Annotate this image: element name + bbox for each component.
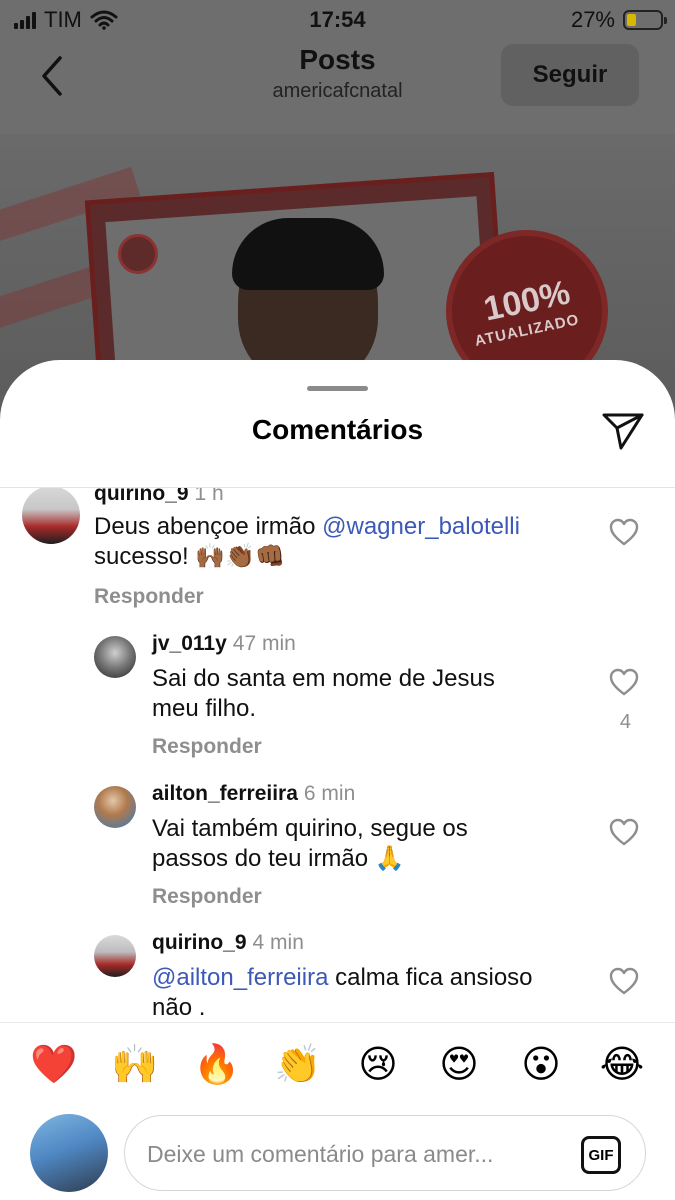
- comment-time: 4 min: [252, 931, 304, 954]
- status-right: 27%: [570, 7, 667, 33]
- reply-button[interactable]: Responder: [152, 735, 262, 759]
- reaction-laughing[interactable]: 😂: [599, 1041, 645, 1087]
- comment-time: 6 min: [303, 782, 356, 805]
- heart-icon[interactable]: [609, 518, 639, 546]
- comment-reply-item: jv_011y 47 min Sai do santa em nome de Je…: [0, 632, 675, 772]
- mention-link[interactable]: @wagner_balotelli: [322, 513, 520, 540]
- comment-username[interactable]: quirino_9: [94, 488, 189, 505]
- comment-text: @ailton_ferreiira calma fica ansioso não…: [152, 963, 592, 1022]
- club-crest-icon: [118, 234, 158, 274]
- comment-composer: GIF: [0, 1112, 675, 1200]
- heart-icon[interactable]: [609, 818, 639, 846]
- comment-meta: quirino_9 1 h: [94, 488, 224, 506]
- gif-button[interactable]: GIF: [581, 1136, 621, 1174]
- reply-button[interactable]: Responder: [152, 885, 262, 909]
- heart-icon[interactable]: [609, 668, 639, 696]
- comment-input[interactable]: [147, 1136, 547, 1172]
- comment-item: quirino_9 1 h Deus abençoe irmão @wagner_…: [0, 488, 675, 622]
- like-count: 4: [619, 711, 631, 733]
- comment-time: 1 h: [194, 488, 224, 505]
- post-image[interactable]: 100% ATUALIZADO: [0, 134, 675, 394]
- follow-button[interactable]: Seguir: [501, 44, 639, 106]
- comment-meta: quirino_9 4 min: [152, 931, 304, 955]
- player-hair: [232, 218, 384, 290]
- battery-icon: [623, 10, 667, 30]
- reply-button[interactable]: Responder: [94, 585, 204, 609]
- reaction-heart-eyes[interactable]: 😍: [436, 1041, 482, 1087]
- sheet-grabber[interactable]: [307, 386, 368, 391]
- comment-text-line2: meu filho.: [152, 695, 257, 722]
- comment-text-line2: sucesso! 🙌🏾👏🏾👊🏾: [94, 543, 286, 570]
- comment-username[interactable]: ailton_ferreiira: [152, 782, 298, 805]
- battery-percent: 27%: [570, 7, 615, 32]
- comment-text-line2: não .: [152, 994, 206, 1021]
- comment-time: 47 min: [232, 632, 296, 655]
- comment-input-wrapper: GIF: [124, 1115, 646, 1191]
- avatar[interactable]: [22, 488, 80, 544]
- sheet-title: Comentários: [251, 414, 424, 445]
- comment-text-line2: passos do teu irmão 🙏: [152, 845, 405, 872]
- comment-text: Vai também quirino, segue os passos do t…: [152, 814, 592, 874]
- quick-reactions-bar: ❤️ 🙌 🔥 👏 😢 😍 😮 😂: [0, 1022, 675, 1110]
- comment-text-part: Deus abençoe irmão: [94, 513, 323, 540]
- comment-text: Sai do santa em nome de Jesus meu filho.: [152, 664, 592, 724]
- comment-meta: jv_011y 47 min: [152, 632, 296, 656]
- reaction-raised-hands[interactable]: 🙌: [111, 1041, 158, 1087]
- current-user-avatar: [30, 1114, 108, 1192]
- reaction-crying[interactable]: 😢: [355, 1041, 401, 1087]
- heart-icon[interactable]: [609, 967, 639, 995]
- send-icon: [602, 413, 644, 450]
- comment-username[interactable]: jv_011y: [152, 632, 227, 655]
- share-button[interactable]: [601, 410, 645, 452]
- reaction-surprised[interactable]: 😮: [518, 1041, 564, 1087]
- comment-text-part: calma fica ansioso: [328, 964, 533, 991]
- comment-meta: ailton_ferreiira 6 min: [152, 782, 355, 806]
- comment-reply-item: ailton_ferreiira 6 min Vai também quirino…: [0, 782, 675, 922]
- comments-sheet: Comentários quirino_9 1 h Deus abençoe ir…: [0, 360, 675, 1200]
- comment-username[interactable]: quirino_9: [152, 931, 247, 954]
- comment-text: Deus abençoe irmão @wagner_balotelli suc…: [94, 512, 534, 572]
- reaction-heart[interactable]: ❤️: [30, 1041, 77, 1087]
- status-bar: TIM 17:54 27%: [0, 0, 675, 38]
- reaction-clap[interactable]: 👏: [274, 1041, 321, 1087]
- reaction-fire[interactable]: 🔥: [193, 1041, 240, 1087]
- comments-list[interactable]: quirino_9 1 h Deus abençoe irmão @wagner_…: [0, 488, 675, 1022]
- top-nav: Posts americafcnatal Seguir: [0, 38, 675, 134]
- comment-text-line1: Vai também quirino, segue os: [152, 815, 468, 842]
- avatar[interactable]: [94, 636, 136, 678]
- comment-text-line1: Sai do santa em nome de Jesus: [152, 665, 495, 692]
- avatar[interactable]: [94, 786, 136, 828]
- mention-link[interactable]: @ailton_ferreiira: [152, 964, 328, 991]
- comment-reply-item: quirino_9 4 min @ailton_ferreiira calma f…: [0, 931, 675, 1022]
- avatar[interactable]: [94, 935, 136, 977]
